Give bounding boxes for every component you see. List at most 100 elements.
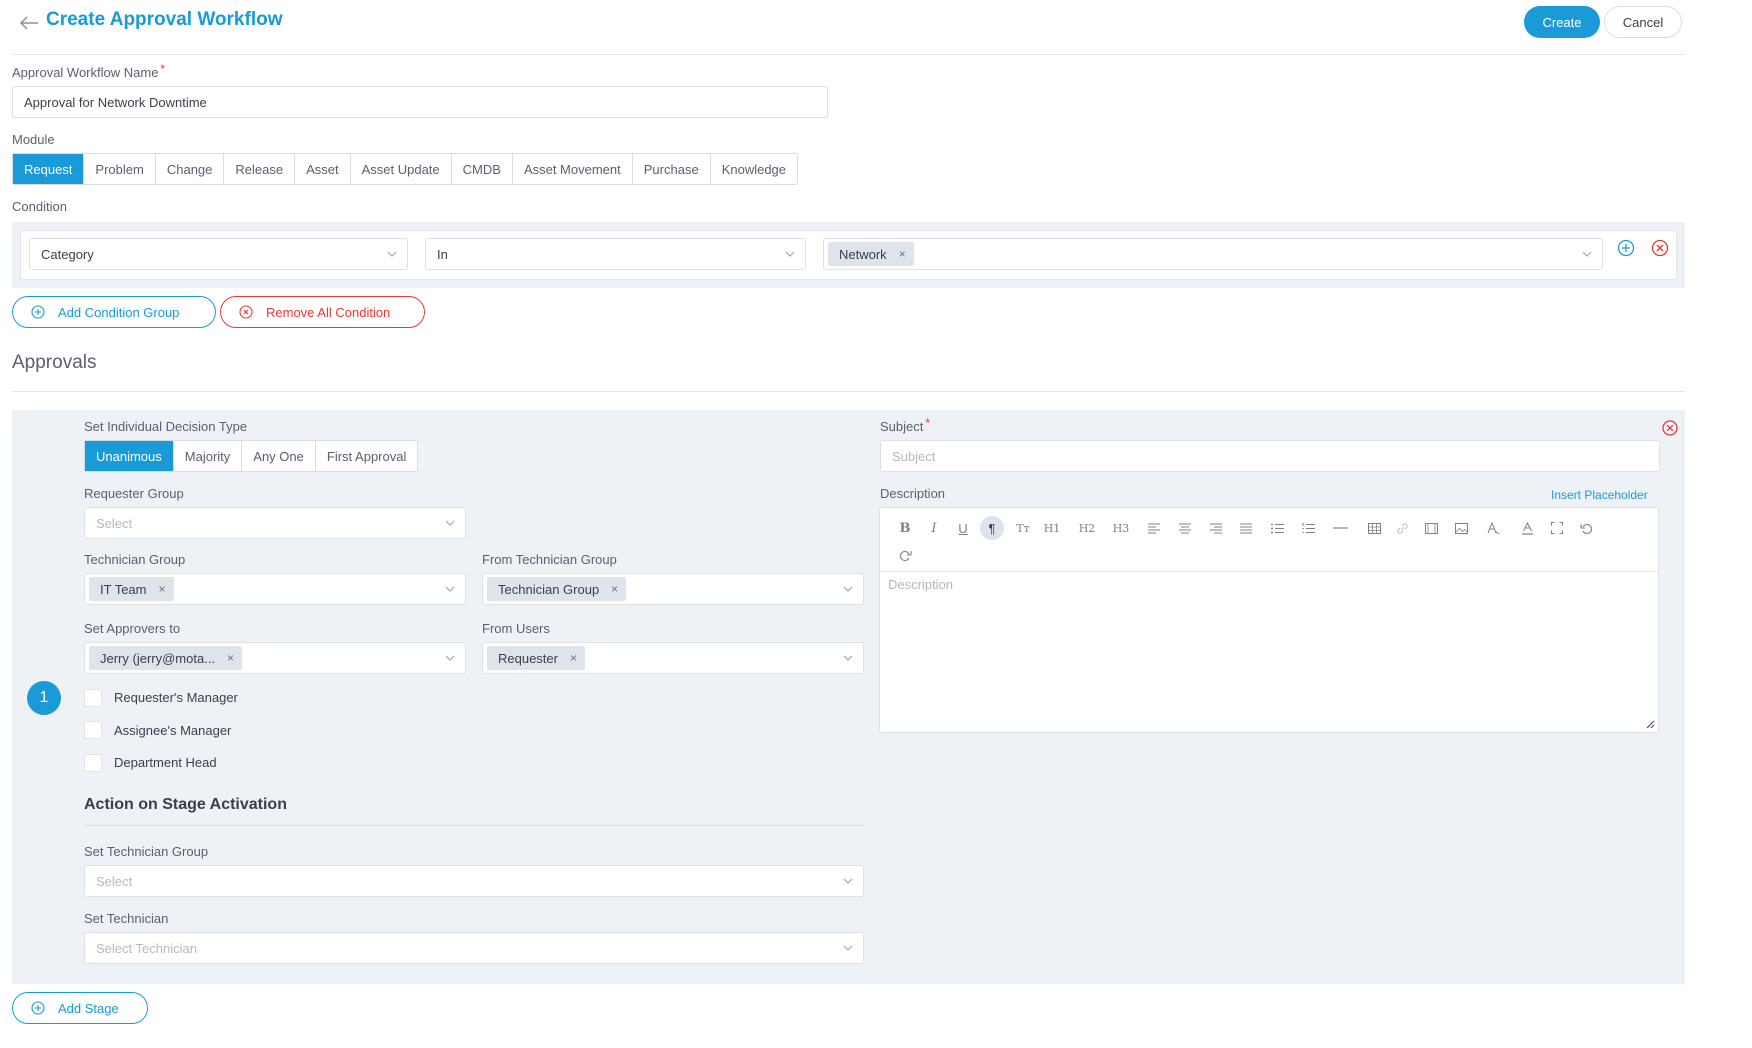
- undo-icon[interactable]: [1574, 516, 1598, 540]
- condition-operator-select[interactable]: In: [425, 238, 806, 270]
- redo-icon[interactable]: [893, 543, 917, 567]
- assignees-manager-label: Assignee's Manager: [114, 723, 232, 738]
- cancel-button[interactable]: Cancel: [1604, 6, 1682, 38]
- chevron-down-icon: [445, 655, 455, 661]
- tab-change[interactable]: Change: [154, 154, 224, 184]
- decision-first-approval[interactable]: First Approval: [314, 441, 418, 471]
- chevron-down-icon: [843, 655, 853, 661]
- link-icon[interactable]: [1390, 516, 1414, 540]
- chevron-down-icon: [843, 586, 853, 592]
- remove-condition-icon[interactable]: [1651, 239, 1669, 257]
- tab-cmdb[interactable]: CMDB: [450, 154, 512, 184]
- tag-remove-icon[interactable]: ×: [611, 582, 618, 596]
- chevron-down-icon: [445, 520, 455, 526]
- tag-remove-icon[interactable]: ×: [227, 651, 234, 665]
- from-technician-group-tag: Technician Group ×: [487, 577, 627, 601]
- plus-circle-icon: [31, 1001, 45, 1015]
- back-arrow-icon[interactable]: [18, 13, 40, 33]
- tab-asset[interactable]: Asset: [294, 154, 350, 184]
- clear-format-icon[interactable]: [1481, 516, 1505, 540]
- chevron-down-icon: [785, 251, 795, 257]
- video-icon[interactable]: [1419, 516, 1443, 540]
- add-stage-label: Add Stage: [58, 1000, 119, 1016]
- tab-asset-movement[interactable]: Asset Movement: [511, 154, 632, 184]
- tab-knowledge[interactable]: Knowledge: [709, 154, 798, 184]
- add-condition-icon[interactable]: [1617, 239, 1635, 257]
- numbered-list-icon[interactable]: [1296, 516, 1320, 540]
- workflow-name-label: Approval Workflow Name *: [12, 62, 166, 80]
- resize-handle-icon[interactable]: [1645, 719, 1655, 729]
- tag-label: Technician Group: [498, 581, 600, 597]
- image-icon[interactable]: [1449, 516, 1473, 540]
- subject-label: Subject *: [880, 416, 931, 434]
- heading3-icon[interactable]: H3: [1109, 516, 1133, 540]
- condition-operator-value: In: [437, 246, 448, 262]
- set-approvers-select[interactable]: Jerry (jerry@mota... ×: [84, 642, 466, 674]
- set-technician-select[interactable]: Select Technician: [84, 932, 864, 964]
- requester-group-placeholder: Select: [96, 515, 133, 531]
- from-technician-group-select[interactable]: Technician Group ×: [482, 573, 864, 605]
- assignees-manager-checkbox[interactable]: [84, 721, 102, 739]
- bold-icon[interactable]: B: [893, 516, 917, 540]
- add-stage-button[interactable]: Add Stage: [12, 992, 148, 1024]
- requesters-manager-checkbox[interactable]: [84, 689, 102, 707]
- stage-number-badge: 1: [27, 681, 61, 715]
- create-button[interactable]: Create: [1524, 6, 1600, 38]
- set-technician-group-select[interactable]: Select: [84, 865, 864, 897]
- font-color-icon[interactable]: [1515, 516, 1539, 540]
- horizontal-rule-icon[interactable]: [1328, 516, 1352, 540]
- condition-value-tag: Network ×: [828, 242, 914, 266]
- tag-remove-icon[interactable]: ×: [158, 582, 165, 596]
- workflow-name-input[interactable]: Approval for Network Downtime: [12, 86, 828, 118]
- description-label: Description: [880, 486, 946, 501]
- insert-placeholder-link[interactable]: Insert Placeholder: [1551, 488, 1648, 502]
- bullet-list-icon[interactable]: [1265, 516, 1289, 540]
- workflow-name-value: Approval for Network Downtime: [24, 94, 207, 110]
- tab-purchase[interactable]: Purchase: [631, 154, 710, 184]
- from-users-select[interactable]: Requester ×: [482, 642, 864, 674]
- remove-all-condition-label: Remove All Condition: [266, 304, 391, 320]
- table-icon[interactable]: [1362, 516, 1386, 540]
- decision-any-one[interactable]: Any One: [241, 441, 315, 471]
- header-divider: [12, 54, 1685, 55]
- fullscreen-icon[interactable]: [1545, 516, 1569, 540]
- add-condition-group-button[interactable]: Add Condition Group: [12, 296, 216, 328]
- tag-remove-icon[interactable]: ×: [570, 651, 577, 665]
- remove-all-condition-button[interactable]: Remove All Condition: [220, 296, 425, 328]
- underline-icon[interactable]: U: [951, 516, 975, 540]
- italic-icon[interactable]: I: [922, 516, 946, 540]
- text-size-icon[interactable]: Tт: [1011, 516, 1035, 540]
- department-head-checkbox[interactable]: [84, 754, 102, 772]
- module-label: Module: [12, 132, 55, 147]
- align-right-icon[interactable]: [1204, 516, 1228, 540]
- heading2-icon[interactable]: H2: [1075, 516, 1099, 540]
- approvals-divider: [12, 391, 1685, 392]
- tab-request[interactable]: Request: [13, 154, 84, 184]
- technician-group-select[interactable]: IT Team ×: [84, 573, 466, 605]
- tag-remove-icon[interactable]: ×: [899, 247, 906, 261]
- heading1-icon[interactable]: H1: [1040, 516, 1064, 540]
- align-left-icon[interactable]: [1142, 516, 1166, 540]
- tab-asset-update[interactable]: Asset Update: [349, 154, 451, 184]
- requester-group-select[interactable]: Select: [84, 507, 466, 539]
- chevron-down-icon: [843, 945, 853, 951]
- align-center-icon[interactable]: [1173, 516, 1197, 540]
- approver-tag: Jerry (jerry@mota... ×: [89, 646, 243, 670]
- action-on-stage-heading: Action on Stage Activation: [84, 796, 287, 813]
- paragraph-icon[interactable]: ¶: [980, 516, 1004, 540]
- decision-unanimous[interactable]: Unanimous: [85, 441, 173, 471]
- subject-input[interactable]: Subject: [880, 440, 1660, 472]
- tab-problem[interactable]: Problem: [83, 154, 155, 184]
- condition-field-select[interactable]: Category: [29, 238, 408, 270]
- tag-label: Jerry (jerry@mota...: [100, 650, 216, 666]
- tab-release[interactable]: Release: [223, 154, 295, 184]
- from-users-label: From Users: [482, 621, 550, 636]
- align-justify-icon[interactable]: [1234, 516, 1258, 540]
- decision-majority[interactable]: Majority: [172, 441, 242, 471]
- condition-value-select[interactable]: Network ×: [823, 238, 1603, 270]
- remove-stage-icon[interactable]: [1661, 419, 1679, 437]
- add-condition-group-label: Add Condition Group: [58, 304, 180, 320]
- tag-label: Requester: [498, 650, 558, 666]
- requesters-manager-label: Requester's Manager: [114, 690, 238, 705]
- set-technician-label: Set Technician: [84, 911, 169, 926]
